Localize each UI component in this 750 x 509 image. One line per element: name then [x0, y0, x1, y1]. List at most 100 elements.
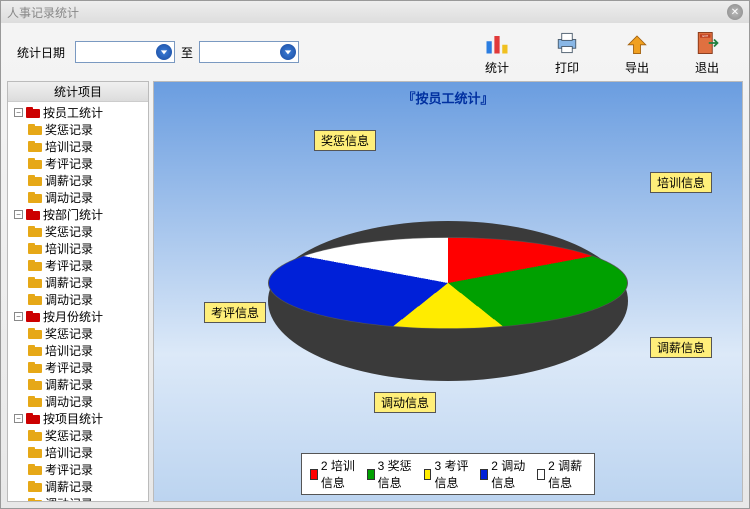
- slice-label-salary: 调薪信息: [650, 337, 712, 358]
- tree-group-label: 按员工统计: [43, 104, 103, 121]
- calendar-icon[interactable]: [280, 44, 296, 60]
- tree-item[interactable]: 考评记录: [28, 155, 148, 172]
- folder-icon: [28, 447, 42, 459]
- slice-label-transfer: 调动信息: [374, 392, 436, 413]
- legend-swatch: [424, 469, 432, 480]
- legend-item: 2 培训信息: [310, 457, 359, 491]
- tree-group[interactable]: − 按月份统计: [14, 308, 148, 325]
- tree-item[interactable]: 调动记录: [28, 393, 148, 410]
- legend-swatch: [367, 469, 375, 480]
- collapse-icon[interactable]: −: [14, 108, 23, 117]
- tree-item-label: 培训记录: [45, 138, 93, 155]
- folder-icon: [28, 328, 42, 340]
- folder-icon: [28, 277, 42, 289]
- tree-item[interactable]: 培训记录: [28, 342, 148, 359]
- tree-item-label: 考评记录: [45, 257, 93, 274]
- collapse-icon[interactable]: −: [14, 312, 23, 321]
- folder-icon: [28, 243, 42, 255]
- tree-item[interactable]: 调动记录: [28, 495, 148, 501]
- tree-item-label: 培训记录: [45, 444, 93, 461]
- tree-item-label: 调动记录: [45, 189, 93, 206]
- tree-item[interactable]: 考评记录: [28, 359, 148, 376]
- tree-item-label: 调薪记录: [45, 274, 93, 291]
- tree-item[interactable]: 培训记录: [28, 240, 148, 257]
- folder-icon: [26, 107, 40, 119]
- tree-item[interactable]: 调动记录: [28, 189, 148, 206]
- date-label: 统计日期: [17, 44, 65, 61]
- tree-item-label: 调动记录: [45, 291, 93, 308]
- tree-group[interactable]: − 按项目统计: [14, 410, 148, 427]
- app-window: 人事记录统计 ✕ 统计日期 至 统计 打印 导出 EXIT 退出: [0, 0, 750, 509]
- folder-icon: [28, 396, 42, 408]
- tree-group-label: 按项目统计: [43, 410, 103, 427]
- tree-item[interactable]: 调薪记录: [28, 376, 148, 393]
- tree-item[interactable]: 奖惩记录: [28, 223, 148, 240]
- exit-icon: EXIT: [693, 29, 721, 57]
- titlebar: 人事记录统计 ✕: [1, 1, 749, 23]
- tree-item[interactable]: 调薪记录: [28, 172, 148, 189]
- legend-swatch: [310, 469, 318, 480]
- tree-item-label: 调薪记录: [45, 478, 93, 495]
- folder-icon: [28, 498, 42, 502]
- chart-title: 『按员工统计』: [402, 88, 493, 107]
- tree-item-label: 调薪记录: [45, 376, 93, 393]
- tree: −按员工统计奖惩记录培训记录考评记录调薪记录调动记录−按部门统计奖惩记录培训记录…: [8, 102, 148, 501]
- tree-item[interactable]: 调薪记录: [28, 478, 148, 495]
- folder-icon: [28, 226, 42, 238]
- tree-item-label: 调动记录: [45, 393, 93, 410]
- export-icon: [623, 29, 651, 57]
- folder-icon: [28, 141, 42, 153]
- legend-item: 3 考评信息: [424, 457, 473, 491]
- print-button[interactable]: 打印: [535, 26, 599, 78]
- export-button[interactable]: 导出: [605, 26, 669, 78]
- tree-group-label: 按部门统计: [43, 206, 103, 223]
- tree-item-label: 奖惩记录: [45, 223, 93, 240]
- slice-label-review: 考评信息: [204, 302, 266, 323]
- legend-item: 2 调动信息: [480, 457, 529, 491]
- legend-item: 2 调薪信息: [537, 457, 586, 491]
- tree-group[interactable]: − 按员工统计: [14, 104, 148, 121]
- tree-item[interactable]: 考评记录: [28, 461, 148, 478]
- chart-icon: [483, 29, 511, 57]
- svg-text:EXIT: EXIT: [702, 33, 708, 37]
- tree-item[interactable]: 考评记录: [28, 257, 148, 274]
- folder-icon: [28, 192, 42, 204]
- tree-item[interactable]: 调薪记录: [28, 274, 148, 291]
- sidebar: 统计项目 −按员工统计奖惩记录培训记录考评记录调薪记录调动记录−按部门统计奖惩记…: [7, 81, 149, 502]
- tree-item-label: 培训记录: [45, 240, 93, 257]
- folder-icon: [28, 260, 42, 272]
- folder-icon: [28, 379, 42, 391]
- collapse-icon[interactable]: −: [14, 414, 23, 423]
- tree-item[interactable]: 奖惩记录: [28, 427, 148, 444]
- calendar-icon[interactable]: [156, 44, 172, 60]
- legend: 2 培训信息3 奖惩信息3 考评信息2 调动信息2 调薪信息: [301, 453, 595, 495]
- tree-item[interactable]: 培训记录: [28, 138, 148, 155]
- tree-item-label: 调动记录: [45, 495, 93, 501]
- tree-item[interactable]: 奖惩记录: [28, 121, 148, 138]
- folder-icon: [26, 413, 40, 425]
- folder-icon: [28, 345, 42, 357]
- tree-item[interactable]: 调动记录: [28, 291, 148, 308]
- folder-icon: [28, 481, 42, 493]
- date-from-input[interactable]: [75, 41, 175, 63]
- tree-item-label: 培训记录: [45, 342, 93, 359]
- tree-group-label: 按月份统计: [43, 308, 103, 325]
- tree-item[interactable]: 培训记录: [28, 444, 148, 461]
- slice-label-reward: 奖惩信息: [314, 130, 376, 151]
- folder-icon: [28, 158, 42, 170]
- folder-icon: [28, 362, 42, 374]
- folder-icon: [28, 124, 42, 136]
- exit-button[interactable]: EXIT 退出: [675, 26, 739, 78]
- close-icon[interactable]: ✕: [727, 4, 743, 20]
- collapse-icon[interactable]: −: [14, 210, 23, 219]
- slice-label-training: 培训信息: [650, 172, 712, 193]
- folder-icon: [28, 175, 42, 187]
- tree-item[interactable]: 奖惩记录: [28, 325, 148, 342]
- tree-group[interactable]: − 按部门统计: [14, 206, 148, 223]
- stats-button[interactable]: 统计: [465, 26, 529, 78]
- sidebar-header: 统计项目: [8, 82, 148, 102]
- pie-chart: [268, 203, 628, 363]
- legend-swatch: [480, 469, 488, 480]
- date-to-input[interactable]: [199, 41, 299, 63]
- folder-icon: [28, 430, 42, 442]
